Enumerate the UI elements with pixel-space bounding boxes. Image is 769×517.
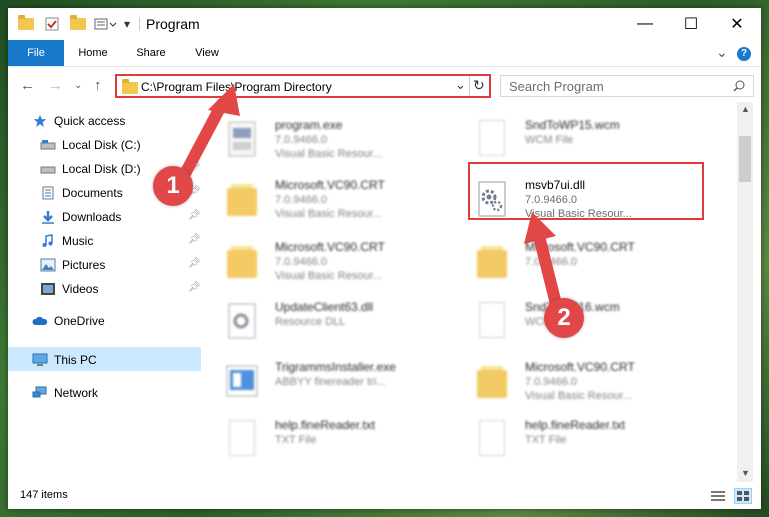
step-badge-2: 2 <box>544 298 584 338</box>
arrow-2-head <box>524 212 556 244</box>
arrow-2 <box>534 234 561 306</box>
arrow-1 <box>180 98 228 178</box>
annotation-arrows <box>180 84 561 306</box>
step-badge-1: 1 <box>153 166 193 206</box>
